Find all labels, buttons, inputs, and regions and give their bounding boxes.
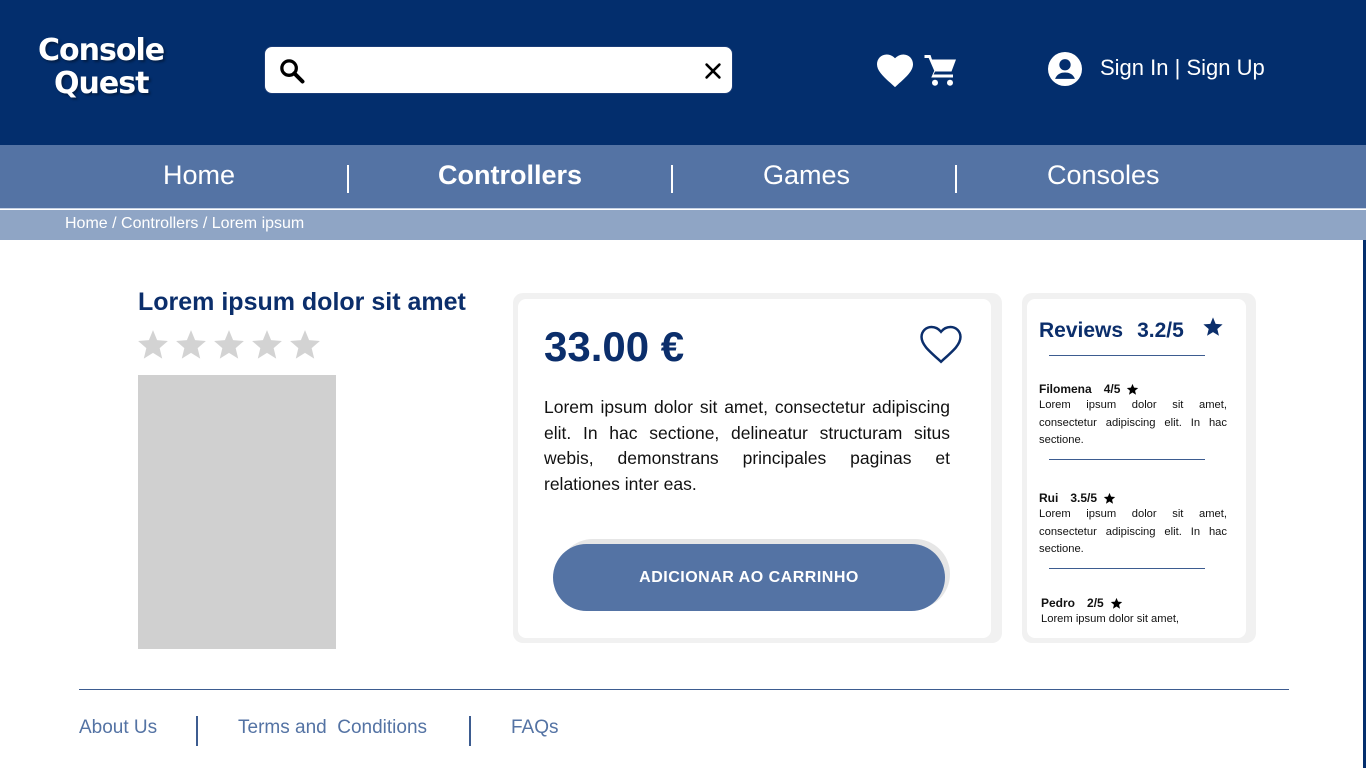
product-image (138, 375, 336, 649)
search-bar (264, 46, 733, 94)
review-score: 2/5 (1087, 596, 1104, 610)
review-item: Filomena 4/5 Lorem ipsum dolor sit amet,… (1039, 382, 1227, 450)
star-icon[interactable] (136, 328, 170, 362)
review-meta: Pedro 2/5 (1041, 596, 1229, 610)
star-icon (1110, 597, 1122, 609)
nav-item-games[interactable]: Games (763, 160, 850, 191)
price-card-inner: 33.00 € Lorem ipsum dolor sit amet, cons… (518, 299, 991, 638)
reviews-card-inner: Reviews 3.2/5 Filomena 4/5 Lorem ipsum do… (1027, 299, 1246, 638)
product-price: 33.00 € (544, 323, 685, 370)
review-author: Filomena (1039, 382, 1092, 396)
nav-separator (347, 165, 349, 193)
review-item: Rui 3.5/5 Lorem ipsum dolor sit amet, co… (1039, 491, 1227, 559)
breadcrumb-controllers[interactable]: Controllers (121, 215, 198, 232)
review-score: 4/5 (1103, 382, 1121, 396)
reviews-title: Reviews (1039, 319, 1124, 342)
review-author: Rui (1039, 491, 1059, 505)
footer-link-faqs[interactable]: FAQs (511, 717, 559, 739)
logo[interactable]: Console Quest (38, 34, 178, 100)
divider (1049, 355, 1205, 356)
footer-divider (79, 689, 1289, 690)
logo-line1: Console (38, 33, 165, 68)
search-input[interactable] (317, 55, 687, 87)
review-score: 3.5/5 (1070, 491, 1098, 505)
footer-link-about[interactable]: About Us (79, 717, 157, 739)
star-icon[interactable] (212, 328, 246, 362)
footer-separator (196, 716, 198, 746)
divider (1049, 568, 1205, 569)
header: Console Quest Sign In | Sign Up (0, 0, 1366, 145)
review-meta: Filomena 4/5 (1039, 382, 1227, 396)
review-item: Pedro 2/5 Lorem ipsum dolor sit amet, (1041, 596, 1229, 629)
price-card: 33.00 € Lorem ipsum dolor sit amet, cons… (513, 293, 1002, 643)
breadcrumb-current: Lorem ipsum (211, 215, 305, 232)
review-text: Lorem ipsum dolor sit amet, (1041, 613, 1180, 625)
star-icon[interactable] (250, 328, 284, 362)
review-author: Pedro (1041, 596, 1076, 610)
user-icon (1048, 52, 1082, 86)
add-to-cart-button[interactable]: ADICIONAR AO CARRINHO (553, 544, 945, 611)
auth-separator: | (1174, 55, 1181, 80)
star-icon (1127, 383, 1139, 395)
reviews-card: Reviews 3.2/5 Filomena 4/5 Lorem ipsum do… (1022, 293, 1256, 643)
heart-outline-icon[interactable] (918, 323, 964, 365)
breadcrumb-bar: Home / Controllers / Lorem ipsum (0, 210, 1366, 240)
wishlist-heart-icon[interactable] (875, 52, 915, 88)
clear-icon[interactable] (702, 60, 724, 82)
reviews-score: 3.2/5 (1137, 319, 1184, 342)
search-icon[interactable] (278, 57, 306, 85)
product-rating-stars[interactable] (136, 328, 322, 362)
footer-separator (469, 716, 471, 746)
reviews-header: Reviews 3.2/5 (1039, 319, 1184, 343)
star-icon (1203, 317, 1223, 336)
nav-separator (671, 165, 673, 193)
cart-icon[interactable] (922, 52, 960, 88)
nav-item-controllers[interactable]: Controllers (438, 160, 582, 191)
sign-up-link[interactable]: Sign Up (1186, 55, 1264, 80)
product-title: Lorem ipsum dolor sit amet (138, 288, 466, 316)
nav-item-consoles[interactable]: Consoles (1047, 160, 1160, 191)
breadcrumb-separator: / (112, 215, 117, 232)
star-icon[interactable] (174, 328, 208, 362)
review-text: Lorem ipsum dolor sit amet, consectetur … (1039, 399, 1227, 446)
nav-separator (955, 165, 957, 193)
product-description: Lorem ipsum dolor sit amet, consectetur … (544, 397, 950, 494)
star-icon[interactable] (288, 328, 322, 362)
divider (1049, 459, 1205, 460)
review-meta: Rui 3.5/5 (1039, 491, 1227, 505)
logo-line2: Quest (54, 66, 149, 101)
nav-item-home[interactable]: Home (163, 160, 235, 191)
breadcrumb-separator: / (202, 215, 208, 232)
auth-links: Sign In | Sign Up (1100, 55, 1265, 81)
review-text: Lorem ipsum dolor sit amet, consectetur … (1039, 508, 1227, 555)
main-nav: Home Controllers Games Consoles (0, 145, 1366, 209)
breadcrumb-home[interactable]: Home (65, 215, 108, 232)
sign-in-link[interactable]: Sign In (1100, 55, 1169, 80)
star-icon (1103, 492, 1116, 504)
breadcrumb: Home / Controllers / Lorem ipsum (65, 215, 304, 233)
footer-link-terms[interactable]: Terms and Conditions (238, 717, 427, 739)
